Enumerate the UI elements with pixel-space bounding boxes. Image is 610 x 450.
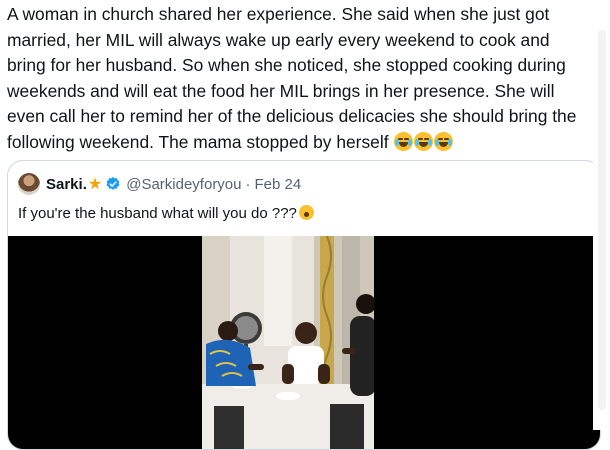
separator-dot: · — [245, 175, 251, 193]
quoted-post-body: If you're the husband what will you do ?… — [18, 205, 297, 222]
joy-emoji-2 — [414, 131, 434, 151]
quoted-post-card[interactable]: Sarki. ★ @Sarkideyforyou · Feb 24 If you… — [7, 160, 601, 450]
video-thumbnail[interactable] — [202, 236, 374, 449]
avatar[interactable] — [18, 173, 40, 195]
shocked-emoji — [298, 205, 314, 220]
scrollbar-thumb[interactable] — [598, 30, 606, 410]
joy-emoji-3 — [434, 131, 454, 151]
quoted-post-text: If you're the husband what will you do ?… — [18, 205, 314, 222]
post-date[interactable]: Feb 24 — [255, 176, 302, 193]
joy-emoji-1 — [394, 131, 414, 151]
author-name[interactable]: Sarki. — [46, 176, 87, 193]
verified-badge-icon — [106, 177, 120, 190]
quoted-post-header: Sarki. ★ @Sarkideyforyou · Feb 24 — [18, 173, 301, 195]
post-body: A woman in church shared her experience.… — [7, 4, 577, 152]
video-player[interactable] — [8, 236, 600, 449]
author-handle[interactable]: @Sarkideyforyou — [126, 176, 241, 193]
scrollbar[interactable] — [593, 0, 610, 430]
post-text: A woman in church shared her experience.… — [7, 2, 592, 156]
video-scene — [202, 236, 374, 449]
star-icon: ★ — [87, 176, 103, 193]
